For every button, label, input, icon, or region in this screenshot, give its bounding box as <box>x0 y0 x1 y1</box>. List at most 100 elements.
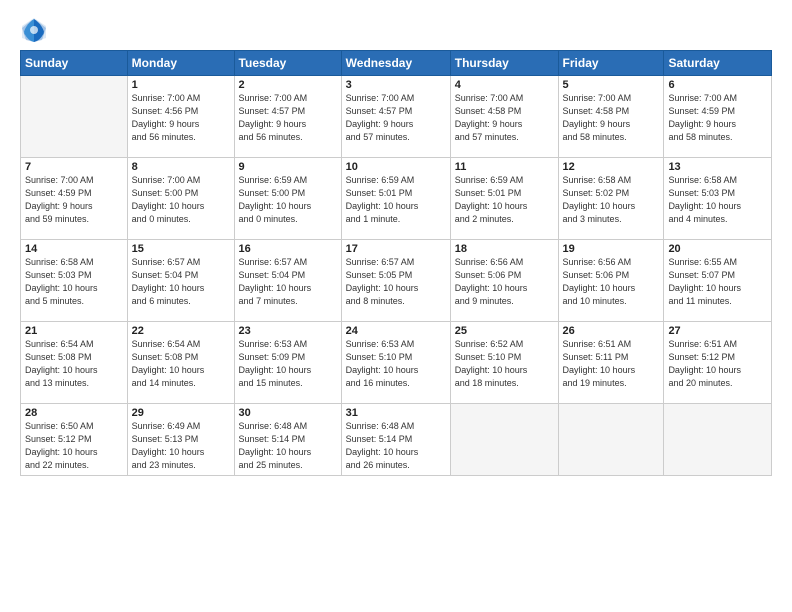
week-row-3: 14Sunrise: 6:58 AMSunset: 5:03 PMDayligh… <box>21 240 772 322</box>
day-cell: 7Sunrise: 7:00 AMSunset: 4:59 PMDaylight… <box>21 158 128 240</box>
header-cell-monday: Monday <box>127 51 234 76</box>
day-info: Sunrise: 6:55 AMSunset: 5:07 PMDaylight:… <box>668 256 767 308</box>
day-info: Sunrise: 6:48 AMSunset: 5:14 PMDaylight:… <box>346 420 446 472</box>
day-number: 25 <box>455 325 554 337</box>
day-info: Sunrise: 6:50 AMSunset: 5:12 PMDaylight:… <box>25 420 123 472</box>
day-cell: 26Sunrise: 6:51 AMSunset: 5:11 PMDayligh… <box>558 322 664 404</box>
header-cell-tuesday: Tuesday <box>234 51 341 76</box>
day-number: 27 <box>668 325 767 337</box>
day-info: Sunrise: 7:00 AMSunset: 4:57 PMDaylight:… <box>346 92 446 144</box>
day-number: 9 <box>239 161 337 173</box>
day-cell: 14Sunrise: 6:58 AMSunset: 5:03 PMDayligh… <box>21 240 128 322</box>
day-number: 13 <box>668 161 767 173</box>
header-cell-wednesday: Wednesday <box>341 51 450 76</box>
header-cell-thursday: Thursday <box>450 51 558 76</box>
day-info: Sunrise: 6:53 AMSunset: 5:09 PMDaylight:… <box>239 338 337 390</box>
day-cell: 17Sunrise: 6:57 AMSunset: 5:05 PMDayligh… <box>341 240 450 322</box>
day-cell <box>558 404 664 476</box>
day-number: 23 <box>239 325 337 337</box>
day-info: Sunrise: 6:51 AMSunset: 5:12 PMDaylight:… <box>668 338 767 390</box>
day-info: Sunrise: 6:59 AMSunset: 5:01 PMDaylight:… <box>455 174 554 226</box>
day-number: 28 <box>25 407 123 419</box>
day-cell: 16Sunrise: 6:57 AMSunset: 5:04 PMDayligh… <box>234 240 341 322</box>
logo <box>20 16 52 44</box>
header-cell-sunday: Sunday <box>21 51 128 76</box>
day-cell: 12Sunrise: 6:58 AMSunset: 5:02 PMDayligh… <box>558 158 664 240</box>
day-cell: 2Sunrise: 7:00 AMSunset: 4:57 PMDaylight… <box>234 76 341 158</box>
day-cell: 3Sunrise: 7:00 AMSunset: 4:57 PMDaylight… <box>341 76 450 158</box>
day-cell <box>664 404 772 476</box>
header-row: SundayMondayTuesdayWednesdayThursdayFrid… <box>21 51 772 76</box>
day-number: 8 <box>132 161 230 173</box>
day-cell: 15Sunrise: 6:57 AMSunset: 5:04 PMDayligh… <box>127 240 234 322</box>
day-cell: 30Sunrise: 6:48 AMSunset: 5:14 PMDayligh… <box>234 404 341 476</box>
day-number: 30 <box>239 407 337 419</box>
day-info: Sunrise: 6:56 AMSunset: 5:06 PMDaylight:… <box>563 256 660 308</box>
day-cell: 29Sunrise: 6:49 AMSunset: 5:13 PMDayligh… <box>127 404 234 476</box>
day-cell: 27Sunrise: 6:51 AMSunset: 5:12 PMDayligh… <box>664 322 772 404</box>
day-number: 12 <box>563 161 660 173</box>
day-number: 17 <box>346 243 446 255</box>
day-number: 19 <box>563 243 660 255</box>
day-cell: 28Sunrise: 6:50 AMSunset: 5:12 PMDayligh… <box>21 404 128 476</box>
day-number: 20 <box>668 243 767 255</box>
day-info: Sunrise: 6:57 AMSunset: 5:04 PMDaylight:… <box>239 256 337 308</box>
day-info: Sunrise: 6:52 AMSunset: 5:10 PMDaylight:… <box>455 338 554 390</box>
day-info: Sunrise: 6:57 AMSunset: 5:04 PMDaylight:… <box>132 256 230 308</box>
day-info: Sunrise: 6:57 AMSunset: 5:05 PMDaylight:… <box>346 256 446 308</box>
day-info: Sunrise: 6:49 AMSunset: 5:13 PMDaylight:… <box>132 420 230 472</box>
day-cell: 21Sunrise: 6:54 AMSunset: 5:08 PMDayligh… <box>21 322 128 404</box>
day-info: Sunrise: 6:59 AMSunset: 5:01 PMDaylight:… <box>346 174 446 226</box>
logo-icon <box>20 16 48 44</box>
day-info: Sunrise: 7:00 AMSunset: 4:58 PMDaylight:… <box>455 92 554 144</box>
day-cell <box>450 404 558 476</box>
day-cell: 23Sunrise: 6:53 AMSunset: 5:09 PMDayligh… <box>234 322 341 404</box>
day-info: Sunrise: 6:56 AMSunset: 5:06 PMDaylight:… <box>455 256 554 308</box>
day-cell: 20Sunrise: 6:55 AMSunset: 5:07 PMDayligh… <box>664 240 772 322</box>
day-info: Sunrise: 6:53 AMSunset: 5:10 PMDaylight:… <box>346 338 446 390</box>
header <box>20 16 772 44</box>
day-info: Sunrise: 7:00 AMSunset: 4:56 PMDaylight:… <box>132 92 230 144</box>
day-info: Sunrise: 6:51 AMSunset: 5:11 PMDaylight:… <box>563 338 660 390</box>
day-cell: 10Sunrise: 6:59 AMSunset: 5:01 PMDayligh… <box>341 158 450 240</box>
day-cell: 1Sunrise: 7:00 AMSunset: 4:56 PMDaylight… <box>127 76 234 158</box>
day-info: Sunrise: 6:58 AMSunset: 5:03 PMDaylight:… <box>668 174 767 226</box>
day-cell: 24Sunrise: 6:53 AMSunset: 5:10 PMDayligh… <box>341 322 450 404</box>
day-number: 14 <box>25 243 123 255</box>
day-info: Sunrise: 7:00 AMSunset: 4:58 PMDaylight:… <box>563 92 660 144</box>
week-row-1: 1Sunrise: 7:00 AMSunset: 4:56 PMDaylight… <box>21 76 772 158</box>
day-info: Sunrise: 7:00 AMSunset: 4:59 PMDaylight:… <box>668 92 767 144</box>
day-cell: 18Sunrise: 6:56 AMSunset: 5:06 PMDayligh… <box>450 240 558 322</box>
day-number: 21 <box>25 325 123 337</box>
week-row-5: 28Sunrise: 6:50 AMSunset: 5:12 PMDayligh… <box>21 404 772 476</box>
day-number: 3 <box>346 79 446 91</box>
day-number: 31 <box>346 407 446 419</box>
day-info: Sunrise: 6:58 AMSunset: 5:02 PMDaylight:… <box>563 174 660 226</box>
day-number: 22 <box>132 325 230 337</box>
day-number: 7 <box>25 161 123 173</box>
day-cell: 5Sunrise: 7:00 AMSunset: 4:58 PMDaylight… <box>558 76 664 158</box>
day-cell <box>21 76 128 158</box>
day-number: 10 <box>346 161 446 173</box>
day-number: 29 <box>132 407 230 419</box>
day-number: 16 <box>239 243 337 255</box>
day-info: Sunrise: 7:00 AMSunset: 4:59 PMDaylight:… <box>25 174 123 226</box>
header-cell-friday: Friday <box>558 51 664 76</box>
day-number: 18 <box>455 243 554 255</box>
page: SundayMondayTuesdayWednesdayThursdayFrid… <box>0 0 792 486</box>
day-info: Sunrise: 6:54 AMSunset: 5:08 PMDaylight:… <box>25 338 123 390</box>
day-cell: 19Sunrise: 6:56 AMSunset: 5:06 PMDayligh… <box>558 240 664 322</box>
day-cell: 9Sunrise: 6:59 AMSunset: 5:00 PMDaylight… <box>234 158 341 240</box>
day-number: 26 <box>563 325 660 337</box>
calendar-table: SundayMondayTuesdayWednesdayThursdayFrid… <box>20 50 772 476</box>
day-cell: 22Sunrise: 6:54 AMSunset: 5:08 PMDayligh… <box>127 322 234 404</box>
day-info: Sunrise: 6:59 AMSunset: 5:00 PMDaylight:… <box>239 174 337 226</box>
day-cell: 4Sunrise: 7:00 AMSunset: 4:58 PMDaylight… <box>450 76 558 158</box>
day-info: Sunrise: 6:48 AMSunset: 5:14 PMDaylight:… <box>239 420 337 472</box>
day-number: 1 <box>132 79 230 91</box>
day-cell: 13Sunrise: 6:58 AMSunset: 5:03 PMDayligh… <box>664 158 772 240</box>
day-number: 4 <box>455 79 554 91</box>
header-cell-saturday: Saturday <box>664 51 772 76</box>
day-info: Sunrise: 7:00 AMSunset: 5:00 PMDaylight:… <box>132 174 230 226</box>
day-number: 11 <box>455 161 554 173</box>
